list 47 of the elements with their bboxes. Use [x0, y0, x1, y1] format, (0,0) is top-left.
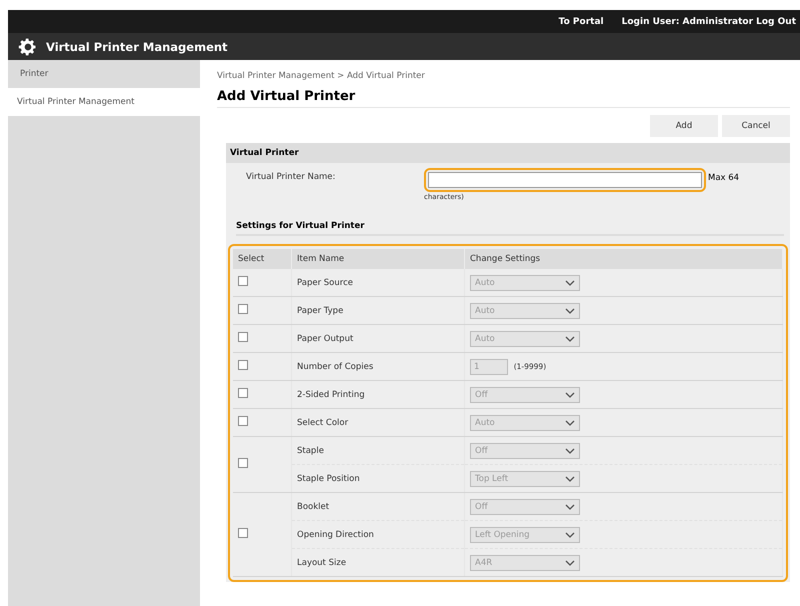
item-name: Number of Copies — [297, 362, 374, 372]
section-header: Virtual Printer — [226, 143, 790, 163]
chevron-down-icon — [565, 280, 575, 286]
checkbox[interactable] — [238, 360, 248, 370]
item-name: Paper Type — [297, 306, 344, 316]
gear-icon — [18, 36, 38, 56]
column-header: Item Name — [292, 249, 464, 269]
chevron-down-icon — [565, 420, 575, 426]
chevron-down-icon — [565, 448, 575, 454]
item-name: Paper Source — [297, 278, 353, 288]
item-name: Opening Direction — [297, 530, 374, 540]
checkbox[interactable] — [238, 528, 248, 538]
chevron-down-icon — [565, 504, 575, 510]
item-name: Staple Position — [297, 474, 360, 484]
action-button[interactable]: Cancel — [722, 115, 790, 137]
app-title: Virtual Printer Management — [46, 40, 228, 54]
field-label: Virtual Printer Name: — [246, 171, 336, 182]
subsection-title: Settings for Virtual Printer — [236, 221, 784, 236]
sidebar-item[interactable]: Printer — [8, 60, 200, 88]
chevron-down-icon — [565, 532, 575, 538]
item-name: 2-Sided Printing — [297, 390, 365, 400]
item-name: Select Color — [297, 418, 348, 428]
column-header: Select — [233, 249, 292, 269]
action-button[interactable]: Add — [650, 115, 718, 137]
checkbox[interactable] — [238, 458, 248, 468]
item-name: Booklet — [297, 502, 330, 512]
chevron-down-icon — [565, 392, 575, 398]
item-name: Layout Size — [297, 558, 346, 568]
chevron-down-icon — [565, 336, 575, 342]
item-name: Paper Output — [297, 334, 354, 344]
chevron-down-icon — [565, 476, 575, 482]
sidebar-item[interactable]: Virtual Printer Management — [8, 88, 200, 116]
checkbox[interactable] — [238, 332, 248, 342]
breadcrumb: Virtual Printer Management > Add Virtual Printer — [217, 71, 426, 81]
chevron-down-icon — [565, 308, 575, 314]
hint-text: Max 64 — [708, 173, 740, 183]
column-header: Change Settings — [464, 249, 782, 269]
checkbox[interactable] — [238, 304, 248, 314]
top-link[interactable]: Login User: Administrator Log Out — [622, 16, 796, 26]
checkbox[interactable] — [238, 416, 248, 426]
item-name: Staple — [297, 446, 324, 456]
chevron-down-icon — [565, 560, 575, 566]
top-link[interactable]: To Portal — [558, 16, 604, 26]
page-title: Add Virtual Printer — [217, 89, 790, 108]
checkbox[interactable] — [238, 276, 248, 286]
checkbox[interactable] — [238, 388, 248, 398]
name-input-field[interactable] — [428, 172, 702, 188]
